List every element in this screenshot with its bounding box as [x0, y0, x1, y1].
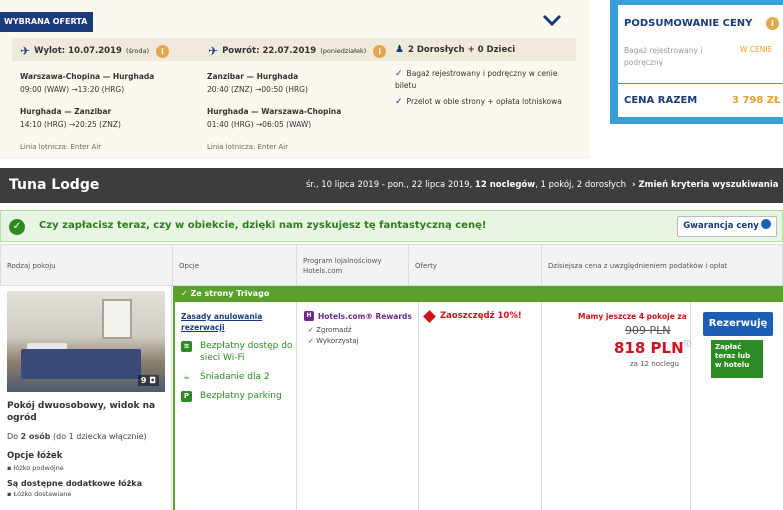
- current-price: 818 PLNⓘ: [614, 339, 691, 357]
- hotel-name: Tuna Lodge: [9, 177, 100, 193]
- cancellation-policy-link[interactable]: Zasady anulowania rezerwacji: [181, 311, 281, 333]
- baggage-value: W CENIE: [740, 45, 773, 54]
- cell-divider: [541, 302, 542, 510]
- selected-offer-tag: WYBRANA OFERTA: [0, 12, 94, 32]
- chevron-down-icon[interactable]: [541, 12, 563, 28]
- plane-landing-icon: ✈: [208, 44, 219, 58]
- divider: [618, 83, 783, 84]
- include-item: ✓ Bagaż rejestrowany i podręczny w cenie …: [395, 69, 558, 90]
- include-item: ✓ Przelot w obie strony + opłata lotnisko…: [395, 97, 562, 107]
- info-icon[interactable]: i: [156, 44, 170, 58]
- return-airline: Linia lotnicza: Enter Air: [207, 143, 289, 151]
- wifi-icon: ≋: [181, 341, 192, 352]
- bed-option-item: ▪ łóżko podwójne: [7, 464, 64, 472]
- header-price: Dzisiejsza cena z uwzględnieniem podatkó…: [548, 262, 728, 270]
- baggage-label: Bagaż rejestrowany i podręczny: [624, 46, 703, 67]
- loyalty-program: H Hotels.com® Rewards: [304, 311, 412, 321]
- info-icon[interactable]: i: [766, 17, 779, 30]
- option-parking: P Bezpłatny parking: [181, 390, 293, 402]
- loyalty-item: ✓ Wykorzystaj: [308, 337, 359, 345]
- plane-takeoff-icon: ✈: [20, 44, 31, 58]
- total-label: CENA RAZEM: [624, 95, 698, 106]
- loyalty-item: ✓ Zgromadź: [308, 326, 352, 334]
- cell-divider: [418, 302, 419, 510]
- coffee-cup-icon: ☕: [183, 373, 190, 381]
- total-value: 3 798 ZŁ: [732, 95, 781, 106]
- outbound-heading: ✈ Wylot: 10.07.2019 (środa) i: [20, 44, 170, 58]
- person-icon: ♟: [395, 44, 404, 55]
- tag-icon: [423, 309, 436, 323]
- hotel-header-bar: Tuna Lodge śr., 10 lipca 2019 - pon., 22…: [0, 168, 783, 203]
- info-icon[interactable]: i: [373, 44, 387, 58]
- room-bed: [21, 349, 141, 379]
- banner-text: Czy zapłacisz teraz, czy w obiekcie, dzi…: [39, 220, 487, 231]
- option-wifi: ≋ Bezpłatny dostęp do sieci Wi-Fi: [181, 340, 293, 364]
- header-room-type: Rodzaj pokoju: [1, 245, 173, 287]
- rates-table-header: Rodzaj pokoju Opcje Program lojalnościow…: [0, 244, 783, 287]
- return-leg1: Zanzibar — Hurghada 20:40 (ZNZ) →00:50 (…: [207, 72, 308, 94]
- cell-divider: [690, 302, 691, 510]
- check-circle-icon: ✓: [9, 219, 25, 235]
- cell-divider: [296, 302, 297, 510]
- room-info: 9 ◘ Pokój dwuosobowy, widok na ogród Do …: [0, 286, 172, 510]
- pay-later-badge: Zapłać teraz lub w hotelu: [711, 340, 763, 378]
- outbound-leg1: Warszawa-Chopina — Hurghada 09:00 (WAW) …: [20, 72, 155, 94]
- price-promise-banner: ✓ Czy zapłacisz teraz, czy w obiekcie, d…: [0, 210, 783, 242]
- rate-source-bar: ✓ Ze strony Trivago: [173, 286, 783, 302]
- room-name[interactable]: Pokój dwuosobowy, widok na ogród: [7, 400, 167, 424]
- price-guarantee-button[interactable]: Gwarancja ceny: [677, 216, 777, 237]
- return-heading: ✈ Powrót: 22.07.2019 (poniedziałek) i: [208, 44, 387, 58]
- room-window: [102, 299, 132, 339]
- deal-badge: Zaoszczędź 10%!: [423, 309, 522, 323]
- extra-bed-item: ▪ Łóżko dostawiane: [7, 490, 72, 498]
- shield-icon: [760, 219, 771, 229]
- parking-icon: P: [181, 391, 192, 402]
- price-summary-title: PODSUMOWANIE CENY: [624, 18, 753, 29]
- bed-options-title: Opcje łóżek: [7, 451, 63, 461]
- check-icon: ✓: [395, 69, 403, 79]
- stay-details: śr., 10 lipca 2019 - pon., 22 lipca 2019…: [306, 180, 626, 190]
- nights-note: za 12 noclegu: [630, 360, 680, 368]
- header-loyalty: Program lojalnościowy Hotels.com: [297, 245, 409, 287]
- outbound-leg2: Hurghada — Zanzibar 14:10 (HRG) →20:25 (…: [20, 107, 121, 129]
- old-price: 909 PLN: [625, 324, 671, 337]
- camera-icon: ◘: [149, 376, 156, 385]
- change-search-link[interactable]: › Zmień kryteria wyszukiwania: [632, 180, 779, 190]
- room-photo[interactable]: 9 ◘: [7, 291, 165, 392]
- passengers-heading: ♟ 2 Dorosłych + 0 Dzieci: [395, 44, 516, 55]
- hotels-rewards-icon: H: [304, 311, 314, 321]
- info-icon[interactable]: ⓘ: [684, 340, 691, 348]
- extra-beds-title: Są dostępne dodatkowe łóżka: [7, 479, 143, 488]
- room-occupancy: Do 2 osób (do 1 dziecka włącznie): [7, 432, 147, 441]
- rooms-left-text: Mamy jeszcze 4 pokoje za: [578, 312, 687, 321]
- rate-row: [173, 302, 783, 510]
- option-breakfast: ☕ Śniadanie dla 2: [181, 371, 293, 383]
- reserve-button[interactable]: Rezerwuję: [703, 312, 773, 336]
- header-options: Opcje: [173, 245, 297, 287]
- check-icon: ✓: [395, 97, 403, 107]
- outbound-airline: Linia lotnicza: Enter Air: [20, 143, 102, 151]
- photo-count-badge: 9 ◘: [137, 375, 159, 386]
- header-offers: Oferty: [409, 245, 542, 287]
- return-leg2: Hurghada — Warszawa-Chopina 01:40 (HRG) …: [207, 107, 342, 129]
